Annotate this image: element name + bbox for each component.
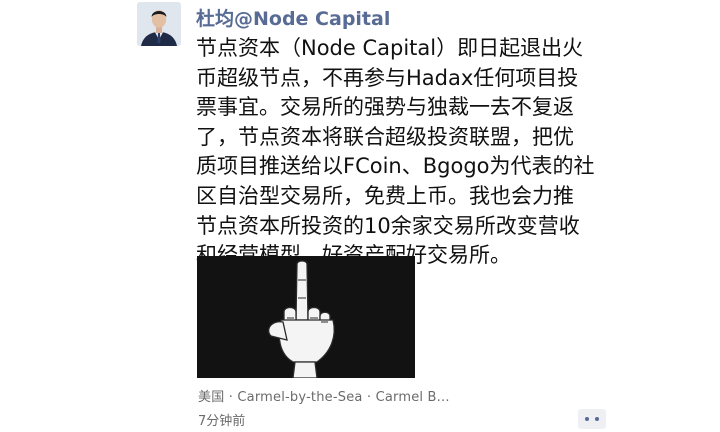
post-text-line: 节点资本（Node Capital）即日起退出火 (196, 36, 584, 60)
avatar[interactable] (137, 2, 181, 46)
username[interactable]: 杜均@Node Capital (196, 4, 390, 31)
post-text: 节点资本（Node Capital）即日起退出火 币超级节点，不再参与Hadax… (196, 34, 610, 271)
location-link[interactable]: 美国 · Carmel-by-the-Sea · Carmel B... (198, 386, 450, 405)
post-text-line: 币超级节点，不再参与Hadax任何项目投 (196, 65, 579, 90)
post-text-line: 节点资本所投资的10余家交易所改变营收 (196, 213, 580, 238)
comment-button[interactable] (578, 409, 606, 429)
post-text-line: 票事宜。交易所的强势与独裁一去不复返 (196, 95, 574, 120)
post-text-line: 区自治型交易所，免费上币。我也会力推 (196, 183, 574, 208)
post-image[interactable] (197, 256, 415, 378)
post-text-line: 了，节点资本将联合超级投资联盟，把优 (196, 124, 574, 149)
moments-post: 杜均@Node Capital 节点资本（Node Capital）即日起退出火… (0, 0, 720, 432)
post-time: 7分钟前 (198, 414, 246, 429)
post-text-line: 质项目推送给以FCoin、Bgogo为代表的社 (196, 154, 595, 179)
comment-icon (578, 409, 606, 429)
